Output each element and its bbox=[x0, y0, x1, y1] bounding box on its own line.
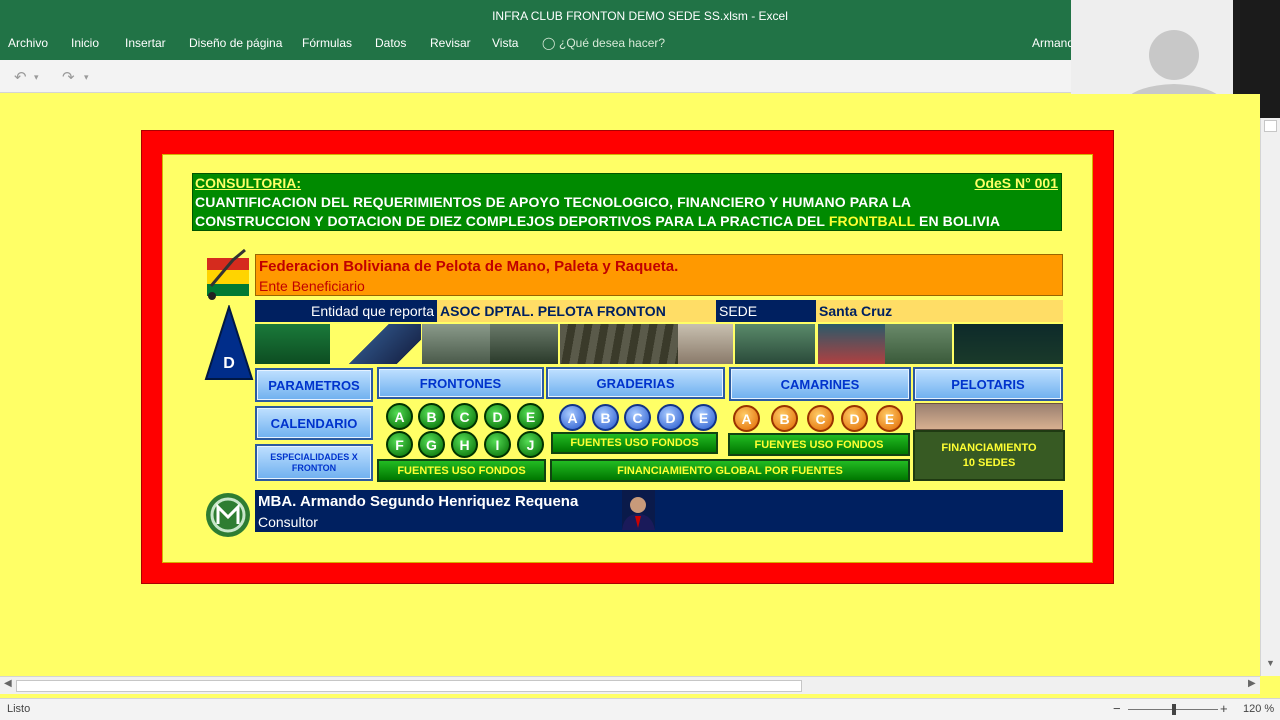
fronton-photo-4 bbox=[678, 324, 733, 364]
redo-dropdown-icon[interactable]: ▾ bbox=[84, 72, 89, 83]
camarin-e-button[interactable]: E bbox=[876, 405, 903, 432]
vertical-scroll-thumb[interactable] bbox=[1264, 120, 1277, 132]
tab-inicio[interactable]: Inicio bbox=[71, 36, 99, 50]
status-ready: Listo bbox=[7, 703, 31, 715]
fronton-d-button[interactable]: D bbox=[484, 403, 511, 430]
graderias-button[interactable]: GRADERIAS bbox=[546, 367, 725, 399]
user-name[interactable]: Armand bbox=[1032, 36, 1074, 50]
graderia-e-button[interactable]: E bbox=[690, 404, 717, 431]
tab-diseno-pagina[interactable]: Diseño de página bbox=[189, 36, 282, 50]
players-photo bbox=[818, 324, 885, 364]
sede-value: Santa Cruz bbox=[816, 300, 1063, 322]
photo-strip bbox=[255, 324, 1063, 364]
vertical-scrollbar[interactable]: ▼ bbox=[1260, 118, 1280, 676]
fronton-h-button[interactable]: H bbox=[451, 431, 478, 458]
tab-vista[interactable]: Vista bbox=[492, 36, 518, 50]
scroll-down-icon[interactable]: ▼ bbox=[1266, 658, 1275, 668]
graderia-c-button[interactable]: C bbox=[624, 404, 651, 431]
camarin-a-button[interactable]: A bbox=[733, 405, 760, 432]
financiamiento-global-button[interactable]: FINANCIAMIENTO GLOBAL POR FUENTES bbox=[550, 459, 910, 482]
consultant-role: Consultor bbox=[258, 514, 318, 530]
tab-insertar[interactable]: Insertar bbox=[125, 36, 166, 50]
banner-line-1: CUANTIFICACION DEL REQUERIMIENTOS DE APO… bbox=[195, 194, 912, 210]
camarin-b-button[interactable]: B bbox=[771, 405, 798, 432]
entity-value: ASOC DPTAL. PELOTA FRONTON bbox=[437, 300, 716, 322]
consultant-name: MBA. Armando Segundo Henriquez Requena bbox=[258, 493, 579, 510]
fronton-f-button[interactable]: F bbox=[386, 431, 413, 458]
scroll-left-icon[interactable]: ◀ bbox=[4, 678, 12, 689]
fronton-e-button[interactable]: E bbox=[517, 403, 544, 430]
horizontal-scroll-thumb[interactable] bbox=[16, 680, 802, 692]
fronton-photo-5 bbox=[885, 324, 952, 364]
zoom-out-icon[interactable]: − bbox=[1113, 701, 1121, 716]
undo-dropdown-icon[interactable]: ▾ bbox=[34, 72, 39, 83]
pelotaris-player-photo bbox=[915, 403, 1063, 430]
camarin-d-button[interactable]: D bbox=[841, 405, 868, 432]
fronton-photo-3 bbox=[490, 324, 558, 364]
calendario-button[interactable]: CALENDARIO bbox=[255, 406, 373, 440]
federation-box: Federacion Boliviana de Pelota de Mano, … bbox=[255, 254, 1063, 296]
scroll-right-icon[interactable]: ▶ bbox=[1248, 678, 1256, 689]
fronton-g-button[interactable]: G bbox=[418, 431, 445, 458]
camarines-photo bbox=[735, 324, 815, 364]
fronton-b-button[interactable]: B bbox=[418, 403, 445, 430]
especialidades-button[interactable]: ESPECIALIDADES X FRONTON bbox=[255, 444, 373, 481]
entity-label: Entidad que reporta bbox=[255, 300, 437, 322]
banner-line-2: CONSTRUCCION Y DOTACION DE DIEZ COMPLEJO… bbox=[195, 213, 1000, 229]
fronton-photo-2 bbox=[422, 324, 490, 364]
consultant-box: MBA. Armando Segundo Henriquez Requena C… bbox=[255, 490, 1063, 532]
camarin-c-button[interactable]: C bbox=[807, 405, 834, 432]
reporting-row: Entidad que reporta ASOC DPTAL. PELOTA F… bbox=[255, 300, 1063, 322]
undo-icon[interactable]: ↶ bbox=[14, 68, 27, 86]
graderias-fuentes-button[interactable]: FUENTES USO FONDOS bbox=[551, 432, 718, 454]
tab-archivo[interactable]: Archivo bbox=[8, 36, 48, 50]
d-logo-icon: D bbox=[204, 305, 254, 380]
consultoria-label: CONSULTORIA: bbox=[195, 175, 302, 191]
zoom-level[interactable]: 120 % bbox=[1243, 703, 1274, 715]
fronton-photo-1 bbox=[255, 324, 330, 364]
federation-role: Ente Beneficiario bbox=[259, 278, 365, 294]
d-logo-letter: D bbox=[223, 355, 235, 372]
zoom-in-icon[interactable]: + bbox=[1220, 701, 1228, 716]
redo-icon[interactable]: ↷ bbox=[62, 68, 75, 86]
sede-label: SEDE bbox=[716, 300, 816, 322]
graderia-b-button[interactable]: B bbox=[592, 404, 619, 431]
graderia-d-button[interactable]: D bbox=[657, 404, 684, 431]
zoom-slider-thumb[interactable] bbox=[1172, 704, 1176, 715]
tell-me-search[interactable]: ¿Qué desea hacer? bbox=[559, 36, 665, 50]
banner-line-2-start: CONSTRUCCION Y DOTACION DE DIEZ COMPLEJO… bbox=[195, 213, 829, 229]
fronton-a-button[interactable]: A bbox=[386, 403, 413, 430]
horizontal-scrollbar[interactable]: ◀ ▶ bbox=[0, 676, 1260, 694]
camarines-fuentes-button[interactable]: FUENYES USO FONDOS bbox=[728, 433, 910, 456]
consultant-logo-icon bbox=[206, 493, 250, 537]
fronton-c-button[interactable]: C bbox=[451, 403, 478, 430]
parametros-button[interactable]: PARAMETROS bbox=[255, 368, 373, 402]
fronton-j-button[interactable]: J bbox=[517, 431, 544, 458]
pelotaris-photo bbox=[954, 324, 1063, 364]
consultant-photo bbox=[622, 490, 655, 530]
lightbulb-icon: ◯ bbox=[542, 36, 556, 50]
graderias-photo bbox=[560, 324, 678, 364]
tab-datos[interactable]: Datos bbox=[375, 36, 406, 50]
financiamiento-10-sedes-button[interactable]: FINANCIAMIENTO 10 SEDES bbox=[913, 430, 1065, 481]
frontball-highlight: FRONTBALL bbox=[828, 213, 916, 229]
federation-name: Federacion Boliviana de Pelota de Mano, … bbox=[259, 258, 679, 275]
banner-line-2-end: EN BOLIVIA bbox=[915, 213, 1001, 229]
fronton-i-button[interactable]: I bbox=[484, 431, 511, 458]
odes-number: OdeS N° 001 bbox=[974, 175, 1058, 191]
federation-logo-icon bbox=[207, 248, 249, 300]
graderia-a-button[interactable]: A bbox=[559, 404, 586, 431]
tab-revisar[interactable]: Revisar bbox=[430, 36, 471, 50]
consultancy-banner: CONSULTORIA: OdeS N° 001 CUANTIFICACION … bbox=[192, 173, 1062, 231]
status-bar: Listo − + 120 % bbox=[0, 698, 1280, 720]
financiamiento-10-sedes-label: FINANCIAMIENTO 10 SEDES bbox=[941, 441, 1037, 469]
frontones-button[interactable]: FRONTONES bbox=[377, 367, 544, 399]
frontones-fuentes-button[interactable]: FUENTES USO FONDOS bbox=[377, 459, 546, 482]
pelotaris-button[interactable]: PELOTARIS bbox=[913, 367, 1063, 401]
court-diagram-photo bbox=[341, 324, 421, 364]
tab-formulas[interactable]: Fórmulas bbox=[302, 36, 352, 50]
camarines-button[interactable]: CAMARINES bbox=[729, 367, 911, 401]
